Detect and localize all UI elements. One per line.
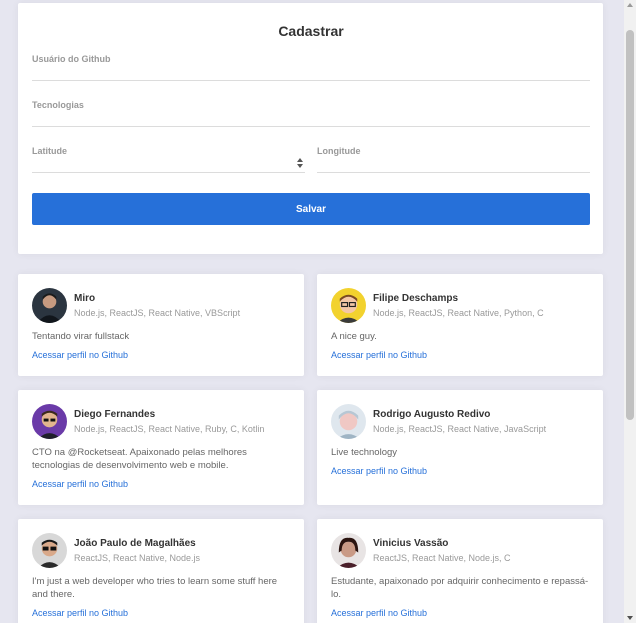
dev-info: Rodrigo Augusto Redivo Node.js, ReactJS,… (373, 409, 546, 434)
dev-card: Filipe Deschamps Node.js, ReactJS, React… (317, 274, 603, 376)
latitude-field: Latitude (32, 146, 305, 173)
dev-name: Filipe Deschamps (373, 293, 459, 304)
dev-bio: Estudante, apaixonado por adquirir conhe… (331, 576, 589, 600)
scroll-up-arrow-icon[interactable] (627, 3, 633, 7)
github-profile-link[interactable]: Acessar perfil no Github (331, 466, 427, 476)
longitude-label: Longitude (317, 146, 361, 156)
dev-header: Miro Node.js, ReactJS, React Native, VBS… (32, 288, 290, 323)
github-username-field: Usuário do Github (32, 54, 590, 81)
avatar (331, 288, 366, 323)
dev-name: Miro (74, 293, 96, 304)
dev-name: Diego Fernandes (74, 409, 156, 420)
dev-bio: CTO na @Rocketseat. Apaixonado pelas mel… (32, 447, 247, 471)
dev-name: Vinicius Vassão (373, 538, 449, 549)
dev-techs: ReactJS, React Native, Node.js (74, 553, 201, 563)
dev-info: Filipe Deschamps Node.js, ReactJS, React… (373, 293, 544, 318)
scroll-down-arrow-icon[interactable] (627, 616, 633, 620)
latitude-label: Latitude (32, 146, 67, 156)
dev-info: Miro Node.js, ReactJS, React Native, VBS… (74, 293, 240, 318)
technologies-input[interactable] (32, 112, 590, 126)
avatar (331, 404, 366, 439)
number-spinner-icon[interactable] (297, 158, 303, 168)
dev-name: João Paulo de Magalhães (74, 538, 196, 549)
dev-techs: Node.js, ReactJS, React Native, JavaScri… (373, 424, 547, 434)
longitude-field: Longitude (317, 146, 590, 173)
dev-name: Rodrigo Augusto Redivo (373, 409, 491, 420)
dev-header: João Paulo de Magalhães ReactJS, React N… (32, 533, 290, 568)
dev-card: Diego Fernandes Node.js, ReactJS, React … (18, 390, 304, 505)
dev-card: João Paulo de Magalhães ReactJS, React N… (18, 519, 304, 623)
dev-header: Diego Fernandes Node.js, ReactJS, React … (32, 404, 290, 439)
latitude-input[interactable] (32, 158, 305, 172)
dev-bio: Tentando virar fullstack (32, 331, 130, 342)
dev-techs: ReactJS, React Native, Node.js, C (373, 553, 511, 563)
dev-header: Vinicius Vassão ReactJS, React Native, N… (331, 533, 589, 568)
avatar (32, 404, 67, 439)
avatar (331, 533, 366, 568)
dev-info: Diego Fernandes Node.js, ReactJS, React … (74, 409, 264, 434)
github-profile-link[interactable]: Acessar perfil no Github (32, 608, 128, 618)
dev-techs: Node.js, ReactJS, React Native, Python, … (373, 308, 544, 318)
github-profile-link[interactable]: Acessar perfil no Github (32, 350, 128, 360)
vertical-scrollbar[interactable] (624, 0, 636, 623)
github-profile-link[interactable]: Acessar perfil no Github (32, 479, 128, 489)
dev-techs: Node.js, ReactJS, React Native, Ruby, C,… (74, 424, 265, 434)
longitude-input[interactable] (317, 158, 590, 172)
dev-header: Filipe Deschamps Node.js, ReactJS, React… (331, 288, 589, 323)
dev-info: João Paulo de Magalhães ReactJS, React N… (74, 538, 200, 563)
dev-info: Vinicius Vassão ReactJS, React Native, N… (373, 538, 511, 563)
technologies-field: Tecnologias (32, 100, 590, 127)
dev-card: Vinicius Vassão ReactJS, React Native, N… (317, 519, 603, 623)
dev-bio: Live technology (331, 447, 398, 458)
dev-list: Miro Node.js, ReactJS, React Native, VBS… (18, 274, 603, 623)
register-form: Cadastrar Usuário do Github Tecnologias … (18, 3, 603, 254)
github-profile-link[interactable]: Acessar perfil no Github (331, 350, 427, 360)
dev-techs: Node.js, ReactJS, React Native, VBScript (74, 308, 241, 318)
avatar (32, 533, 67, 568)
avatar (32, 288, 67, 323)
scrollbar-thumb[interactable] (626, 30, 634, 420)
save-button[interactable]: Salvar (32, 193, 590, 225)
github-username-input[interactable] (32, 66, 590, 80)
github-username-label: Usuário do Github (32, 54, 111, 64)
dev-header: Rodrigo Augusto Redivo Node.js, ReactJS,… (331, 404, 589, 439)
dev-card: Miro Node.js, ReactJS, React Native, VBS… (18, 274, 304, 376)
coordinates-row: Latitude Longitude (32, 146, 590, 192)
dev-bio: I'm just a web developer who tries to le… (32, 576, 278, 600)
page-content: Cadastrar Usuário do Github Tecnologias … (18, 3, 603, 623)
dev-card: Rodrigo Augusto Redivo Node.js, ReactJS,… (317, 390, 603, 505)
github-profile-link[interactable]: Acessar perfil no Github (331, 608, 427, 618)
technologies-label: Tecnologias (32, 100, 84, 110)
form-title: Cadastrar (278, 23, 344, 39)
dev-bio: A nice guy. (331, 331, 377, 342)
